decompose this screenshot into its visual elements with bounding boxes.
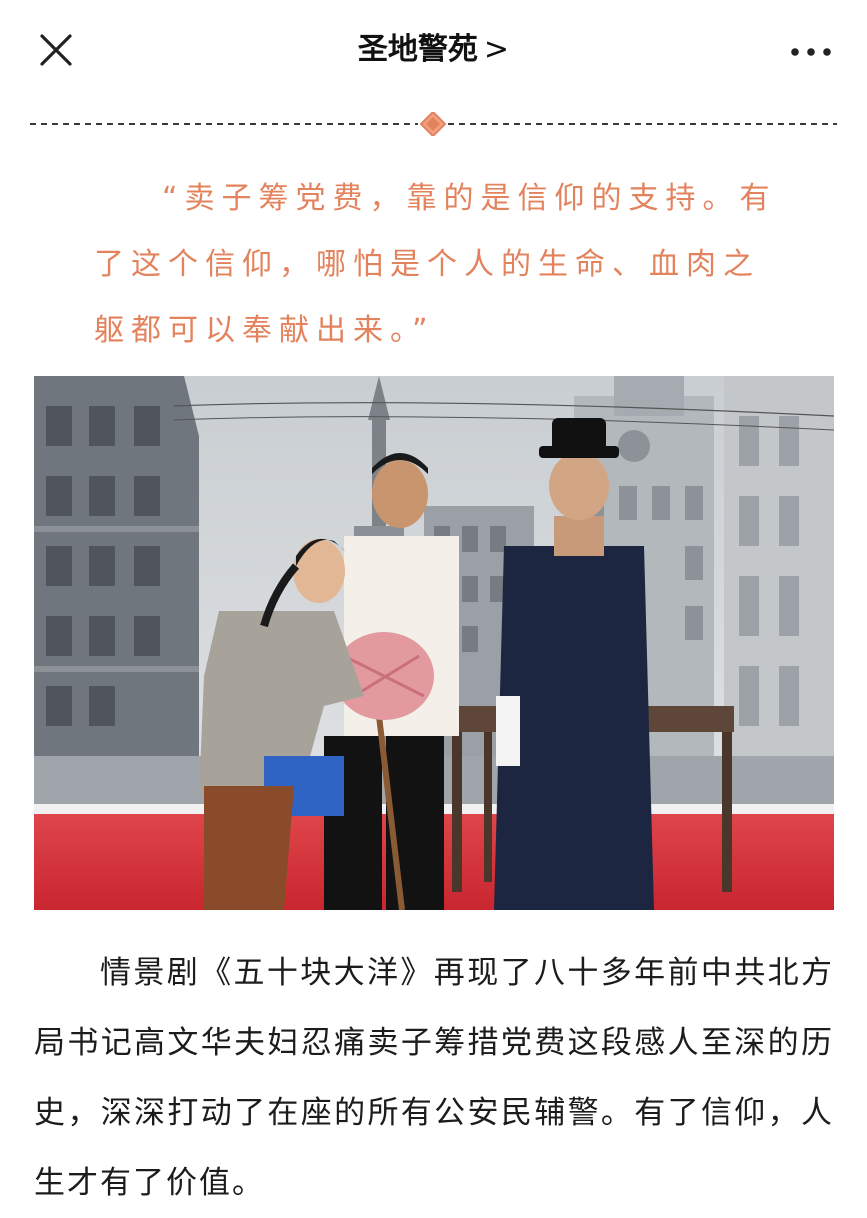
chevron-right-icon: > <box>483 32 510 67</box>
more-horizontal-icon <box>791 48 831 56</box>
decorative-divider <box>30 110 837 138</box>
account-name-link[interactable]: 圣地警苑 > <box>358 28 509 72</box>
title-area: 圣地警苑 > <box>0 28 867 72</box>
more-options-button[interactable] <box>785 32 837 72</box>
article-photo <box>34 376 834 910</box>
article-paragraph: 情景剧《五十块大洋》再现了八十多年前中共北方局书记高文华夫妇忍痛卖子筹措党费这段… <box>34 955 834 1201</box>
pull-quote: “卖子筹党费，靠的是信仰的支持。有了这个信仰，哪怕是个人的生命、血肉之躯都可以奉… <box>94 181 777 348</box>
top-navigation-bar: 圣地警苑 > <box>0 0 867 100</box>
stage-scene-illustration <box>34 376 834 910</box>
page-title: 圣地警苑 <box>357 32 478 67</box>
